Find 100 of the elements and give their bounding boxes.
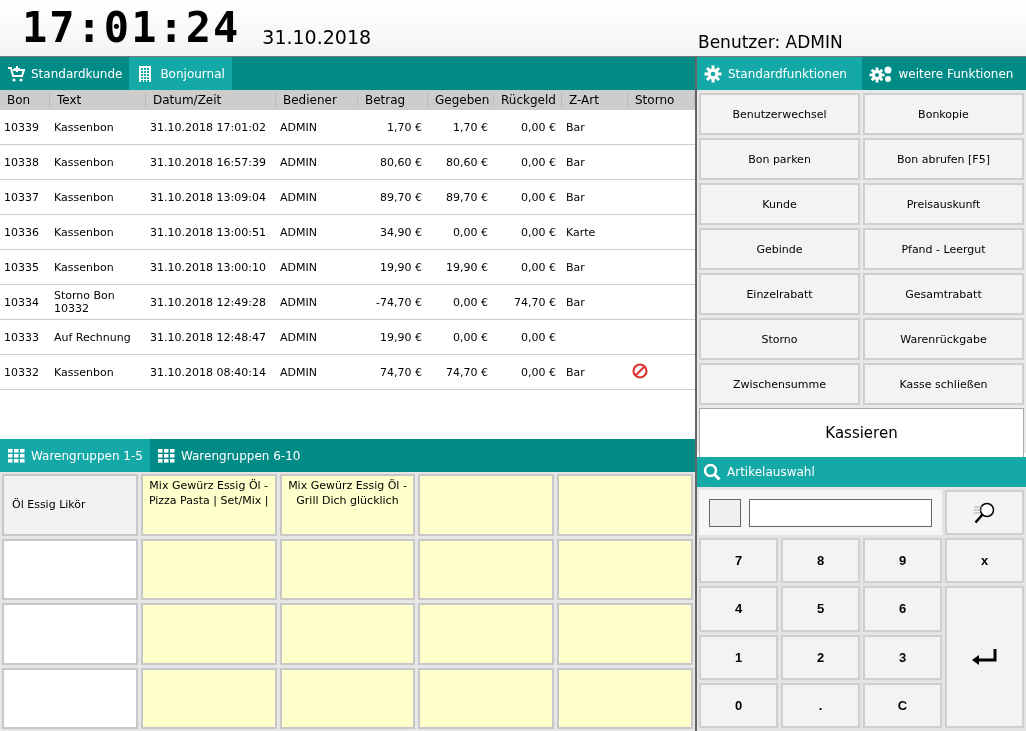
- product-button[interactable]: [2, 667, 138, 729]
- product-button[interactable]: [279, 603, 416, 665]
- tab[interactable]: Warengruppen 6-10: [149, 439, 308, 472]
- enter-key[interactable]: [945, 586, 1024, 728]
- table-cell-text: ADMIN: [279, 330, 318, 344]
- function-button[interactable]: Zwischensumme: [699, 363, 860, 405]
- table-cell-text: Bar: [565, 260, 586, 274]
- table-cell-text: 0,00 €: [520, 260, 557, 274]
- table-row[interactable]: 10332 Kassenbon 31.10.2018 08:40:14 ADMIN 74,70 € 74,70 € 0,00 € Bar: [0, 355, 695, 390]
- table-cell-text: 1,70 €: [386, 120, 423, 134]
- product-button[interactable]: [140, 603, 277, 665]
- function-button[interactable]: Storno: [699, 318, 860, 360]
- table-cell-text: 10338: [3, 155, 40, 169]
- table-cell-text: 10337: [3, 190, 40, 204]
- table-cell-text: Storno Bon 10332: [53, 289, 116, 315]
- product-button[interactable]: Öl Essig Likör: [2, 474, 138, 536]
- product-button[interactable]: Mix Gewürz Essig Öl - Grill Dich glücklich: [279, 474, 416, 536]
- table-cell-text: 0,00 €: [520, 155, 557, 169]
- function-button[interactable]: Gebinde: [699, 228, 860, 270]
- keypad-key[interactable]: 3: [863, 634, 942, 680]
- tab[interactable]: weitere Funktionen: [861, 57, 1026, 90]
- table-cell-text: 10339: [3, 120, 40, 134]
- table-cell-text: 74,70 €: [445, 365, 489, 379]
- product-button[interactable]: [557, 474, 693, 536]
- table-cell-text: 0,00 €: [520, 120, 557, 134]
- table-cell-text: 31.10.2018 13:00:51: [149, 225, 267, 239]
- function-button[interactable]: Gesamtrabatt: [863, 273, 1024, 315]
- table-cell-text: Auf Rechnung: [53, 330, 132, 344]
- product-button[interactable]: [2, 603, 138, 665]
- table-cell-text: ADMIN: [279, 225, 318, 239]
- table-cell-text: 0,00 €: [520, 225, 557, 239]
- table-cell-text: 31.10.2018 12:49:28: [149, 295, 267, 309]
- function-button[interactable]: Warenrückgabe: [863, 318, 1024, 360]
- product-button[interactable]: [418, 538, 555, 600]
- function-button[interactable]: Benutzerwechsel: [699, 93, 860, 135]
- article-input-field[interactable]: [749, 498, 932, 527]
- keypad-key[interactable]: 7: [699, 538, 778, 584]
- keypad-key[interactable]: 1: [699, 634, 778, 680]
- column-header: Datum/Zeit: [146, 93, 276, 107]
- table-row[interactable]: 10333 Auf Rechnung 31.10.2018 12:48:47 ADMIN 19,90 € 0,00 € 0,00 €: [0, 320, 695, 355]
- product-button[interactable]: [279, 667, 416, 729]
- table-cell-text: 31.10.2018 13:00:10: [149, 260, 267, 274]
- table-cell-text: 31.10.2018 16:57:39: [149, 155, 267, 169]
- product-button[interactable]: [418, 667, 555, 729]
- checkout-button[interactable]: Kassieren: [699, 408, 1024, 458]
- table-row[interactable]: 10335 Kassenbon 31.10.2018 13:00:10 ADMIN 19,90 € 19,90 € 0,00 € Bar: [0, 250, 695, 285]
- column-header: Rückgeld: [494, 93, 562, 107]
- keypad-key[interactable]: 9: [863, 538, 942, 584]
- keypad-key[interactable]: 4: [699, 586, 778, 632]
- column-header: Gegeben: [428, 93, 494, 107]
- keypad-key[interactable]: 0: [699, 682, 778, 728]
- function-button[interactable]: Kunde: [699, 183, 860, 225]
- tab[interactable]: Standardkunde: [0, 57, 130, 90]
- table-row[interactable]: 10338 Kassenbon 31.10.2018 16:57:39 ADMIN 80,60 € 80,60 € 0,00 € Bar: [0, 145, 695, 180]
- keypad-key[interactable]: x: [945, 538, 1024, 584]
- table-cell-text: 0,00 €: [452, 225, 489, 239]
- keypad-key[interactable]: 8: [781, 538, 860, 584]
- function-button[interactable]: Bon parken: [699, 138, 860, 180]
- product-button[interactable]: [140, 538, 277, 600]
- magnifier-icon: [972, 500, 997, 525]
- function-button[interactable]: Kasse schließen: [863, 363, 1024, 405]
- product-button[interactable]: [557, 603, 693, 665]
- quantity-box: [709, 498, 741, 527]
- table-row[interactable]: 10337 Kassenbon 31.10.2018 13:09:04 ADMIN 89,70 € 89,70 € 0,00 € Bar: [0, 180, 695, 215]
- search-button[interactable]: [945, 490, 1024, 536]
- table-row[interactable]: 10334 Storno Bon 10332 31.10.2018 12:49:28 ADMIN -74,70 € 0,00 € 74,70 € Bar: [0, 285, 695, 320]
- keypad-key[interactable]: .: [781, 682, 860, 728]
- table-row[interactable]: 10339 Kassenbon 31.10.2018 17:01:02 ADMIN 1,70 € 1,70 € 0,00 € Bar: [0, 110, 695, 145]
- keypad-key[interactable]: C: [863, 682, 942, 728]
- product-button[interactable]: [2, 538, 138, 600]
- table-cell-text: 19,90 €: [445, 260, 489, 274]
- table-cell-text: Karte: [565, 225, 597, 239]
- product-button[interactable]: [557, 667, 693, 729]
- table-cell-text: 19,90 €: [379, 330, 423, 344]
- function-button[interactable]: Einzelrabatt: [699, 273, 860, 315]
- table-cell-text: 74,70 €: [379, 365, 423, 379]
- function-button[interactable]: Bon abrufen [F5]: [863, 138, 1024, 180]
- function-button[interactable]: Bonkopie: [863, 93, 1024, 135]
- table-cell-text: ADMIN: [279, 190, 318, 204]
- product-button[interactable]: [418, 474, 555, 536]
- product-button[interactable]: Mix Gewürz Essig Öl - Pizza Pasta | Set/Mix |: [140, 474, 277, 536]
- table-cell-text: Kassenbon: [53, 190, 115, 204]
- keypad-key[interactable]: 5: [781, 586, 860, 632]
- product-button[interactable]: [279, 538, 416, 600]
- keypad-key[interactable]: 2: [781, 634, 860, 680]
- table-cell-text: 10335: [3, 260, 40, 274]
- product-button[interactable]: [140, 667, 277, 729]
- table-cell-text: 31.10.2018 13:09:04: [149, 190, 267, 204]
- function-button[interactable]: Preisauskunft: [863, 183, 1024, 225]
- table-row[interactable]: 10336 Kassenbon 31.10.2018 13:00:51 ADMIN 34,90 € 0,00 € 0,00 € Karte: [0, 215, 695, 250]
- search-icon: [703, 463, 721, 481]
- product-button[interactable]: [557, 538, 693, 600]
- function-button[interactable]: Pfand - Leergut: [863, 228, 1024, 270]
- product-button[interactable]: [418, 603, 555, 665]
- table-cell-text: 10334: [3, 295, 40, 309]
- table-cell-text: 31.10.2018 08:40:14: [149, 365, 267, 379]
- table-cell-text: ADMIN: [279, 260, 318, 274]
- keypad-key[interactable]: 6: [863, 586, 942, 632]
- table-cell-text: Bar: [565, 155, 586, 169]
- table-cell-text: 74,70 €: [513, 295, 557, 309]
